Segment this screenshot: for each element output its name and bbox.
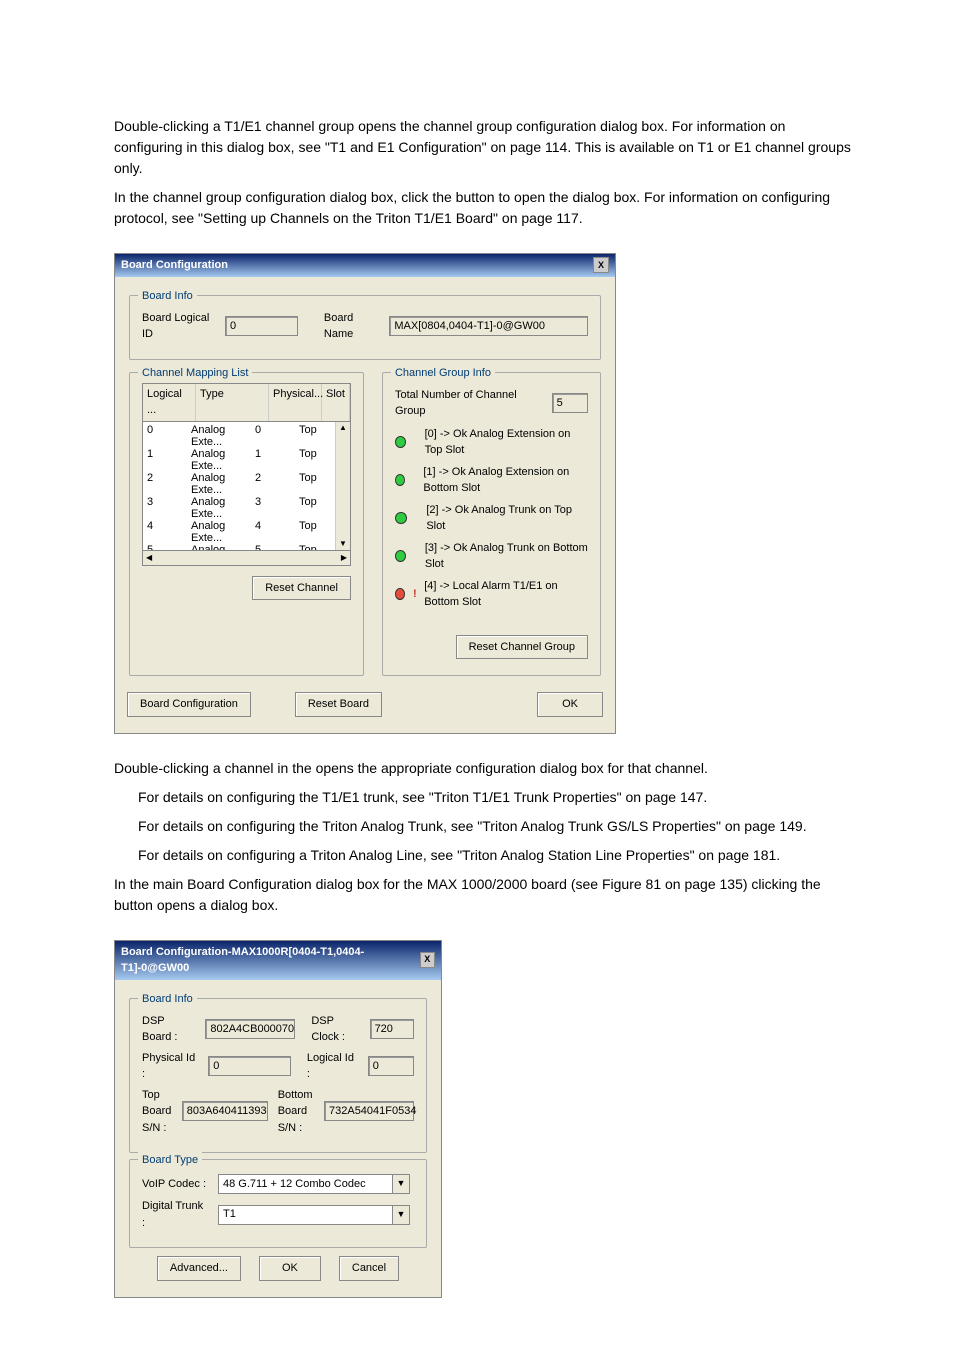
- board-info-group: Board Info Board Logical ID 0 Board Name…: [129, 295, 601, 360]
- status-row[interactable]: [3] -> Ok Analog Trunk on Bottom Slot: [395, 540, 588, 573]
- voip-codec-value: 48 G.711 + 12 Combo Codec: [219, 1176, 392, 1193]
- logical-id-field: 0: [368, 1056, 414, 1076]
- status-row[interactable]: [0] -> Ok Analog Extension on Top Slot: [395, 426, 588, 459]
- text-fragment: In the main Board Configuration dialog b…: [114, 876, 821, 892]
- dialog-titlebar: Board Configuration-MAX1000R[0404-T1,040…: [115, 941, 441, 980]
- advanced-button[interactable]: Advanced...: [157, 1256, 241, 1281]
- board-logical-id-field: 0: [225, 316, 298, 336]
- dialog-titlebar: Board Configuration X: [115, 254, 615, 277]
- dialog-title: Board Configuration-MAX1000R[0404-T1,040…: [121, 944, 420, 977]
- scroll-up-icon[interactable]: ▲: [339, 422, 347, 434]
- physical-id-field: 0: [208, 1056, 291, 1076]
- cancel-button[interactable]: Cancel: [339, 1256, 399, 1281]
- col-logical[interactable]: Logical ...: [143, 384, 196, 421]
- dialog-title: Board Configuration: [121, 257, 228, 274]
- col-type[interactable]: Type: [196, 384, 269, 421]
- table-row[interactable]: 2Analog Exte...2Top: [143, 472, 350, 496]
- text-fragment: button to open the: [456, 189, 573, 205]
- status-text: [4] -> Local Alarm T1/E1 on Bottom Slot: [424, 578, 588, 611]
- status-dot-icon: [395, 550, 406, 562]
- chevron-down-icon[interactable]: ▼: [392, 1175, 409, 1193]
- close-icon[interactable]: X: [420, 952, 435, 968]
- body-paragraph: In the main Board Configuration dialog b…: [114, 874, 854, 916]
- text-fragment: Double-clicking a channel in the: [114, 760, 316, 776]
- table-row[interactable]: 1Analog Exte...1Top: [143, 448, 350, 472]
- board-configuration-button[interactable]: Board Configuration: [127, 692, 251, 717]
- status-text: [1] -> Ok Analog Extension on Bottom Slo…: [423, 464, 588, 497]
- scrollbar-vertical[interactable]: ▲ ▼: [335, 422, 350, 550]
- status-row[interactable]: ! [4] -> Local Alarm T1/E1 on Bottom Slot: [395, 578, 588, 611]
- ok-button[interactable]: OK: [259, 1256, 321, 1281]
- dsp-clock-label: DSP Clock :: [311, 1013, 359, 1046]
- board-configuration-max-dialog: Board Configuration-MAX1000R[0404-T1,040…: [114, 940, 442, 1298]
- dsp-board-field: 802A4CB000070: [205, 1019, 295, 1039]
- bottom-board-sn-field: 732A54041F0534: [324, 1101, 414, 1121]
- text-fragment: button opens a dialog box.: [114, 897, 278, 913]
- table-row[interactable]: 3Analog Exte...3Top: [143, 496, 350, 520]
- scroll-down-icon[interactable]: ▼: [339, 538, 347, 550]
- status-row[interactable]: [1] -> Ok Analog Extension on Bottom Slo…: [395, 464, 588, 497]
- group-legend: Channel Group Info: [391, 365, 495, 382]
- channel-group-info-group: Channel Group Info Total Number of Chann…: [382, 372, 601, 677]
- total-channel-group-field: 5: [552, 393, 588, 413]
- scroll-left-icon[interactable]: ◀: [143, 552, 155, 564]
- ok-button[interactable]: OK: [537, 692, 603, 717]
- dsp-clock-field: 720: [370, 1019, 414, 1039]
- bullet-item: For details on configuring the T1/E1 tru…: [138, 787, 854, 808]
- board-name-field: MAX[0804,0404-T1]-0@GW00: [389, 316, 588, 336]
- status-text: [2] -> Ok Analog Trunk on Top Slot: [426, 502, 588, 535]
- status-dot-icon: [395, 512, 407, 524]
- status-row[interactable]: [2] -> Ok Analog Trunk on Top Slot: [395, 502, 588, 535]
- mapping-list-header[interactable]: Logical ... Type Physical... Slot: [142, 383, 351, 422]
- status-dot-icon: [395, 436, 406, 448]
- dsp-board-label: DSP Board :: [142, 1013, 195, 1046]
- voip-codec-label: VoIP Codec :: [142, 1176, 208, 1193]
- group-legend: Board Type: [138, 1152, 202, 1169]
- channel-mapping-group: Channel Mapping List Logical ... Type Ph…: [129, 372, 364, 677]
- col-slot[interactable]: Slot: [322, 384, 350, 421]
- status-text: [3] -> Ok Analog Trunk on Bottom Slot: [425, 540, 588, 573]
- table-row[interactable]: 0Analog Exte...0Top: [143, 424, 350, 448]
- top-board-sn-field: 803A640411393: [182, 1101, 268, 1121]
- physical-id-label: Physical Id :: [142, 1050, 198, 1083]
- board-configuration-dialog: Board Configuration X Board Info Board L…: [114, 253, 616, 734]
- digital-trunk-label: Digital Trunk :: [142, 1198, 208, 1231]
- col-physical[interactable]: Physical...: [269, 384, 322, 421]
- total-channel-group-label: Total Number of Channel Group: [395, 387, 542, 420]
- status-dot-icon: [395, 474, 405, 486]
- bullet-item: For details on configuring the Triton An…: [138, 816, 854, 837]
- board-info-group: Board Info DSP Board : 802A4CB000070 DSP…: [129, 998, 427, 1154]
- digital-trunk-select[interactable]: T1 ▼: [218, 1205, 410, 1225]
- scrollbar-horizontal[interactable]: ◀ ▶: [142, 551, 351, 566]
- reset-channel-button[interactable]: Reset Channel: [252, 576, 351, 601]
- table-row[interactable]: 5Analog Exte...5Top: [143, 544, 350, 551]
- warning-icon: !: [411, 586, 418, 603]
- scroll-right-icon[interactable]: ▶: [338, 552, 350, 564]
- chevron-down-icon[interactable]: ▼: [392, 1206, 409, 1224]
- group-legend: Board Info: [138, 991, 197, 1008]
- body-paragraph: Double-clicking a T1/E1 channel group op…: [114, 116, 854, 179]
- group-legend: Channel Mapping List: [138, 365, 252, 382]
- reset-channel-group-button[interactable]: Reset Channel Group: [456, 635, 588, 660]
- bottom-board-sn-label: Bottom Board S/N :: [278, 1087, 314, 1137]
- board-logical-id-label: Board Logical ID: [142, 310, 215, 343]
- status-text: [0] -> Ok Analog Extension on Top Slot: [425, 426, 588, 459]
- close-icon[interactable]: X: [593, 257, 609, 273]
- body-paragraph: Double-clicking a channel in the opens t…: [114, 758, 854, 779]
- reset-board-button[interactable]: Reset Board: [295, 692, 382, 717]
- status-dot-icon: [395, 588, 405, 600]
- body-paragraph: In the channel group configuration dialo…: [114, 187, 854, 229]
- voip-codec-select[interactable]: 48 G.711 + 12 Combo Codec ▼: [218, 1174, 410, 1194]
- table-row[interactable]: 4Analog Exte...4Top: [143, 520, 350, 544]
- text-fragment: opens the appropriate configuration dial…: [316, 760, 708, 776]
- mapping-list[interactable]: 0Analog Exte...0Top1Analog Exte...1Top2A…: [142, 422, 351, 551]
- logical-id-label: Logical Id :: [307, 1050, 358, 1083]
- bullet-item: For details on configuring a Triton Anal…: [138, 845, 854, 866]
- board-name-label: Board Name: [324, 310, 379, 343]
- text-fragment: In the channel group configuration dialo…: [114, 189, 456, 205]
- group-legend: Board Info: [138, 288, 197, 305]
- top-board-sn-label: Top Board S/N :: [142, 1087, 172, 1137]
- digital-trunk-value: T1: [219, 1206, 392, 1223]
